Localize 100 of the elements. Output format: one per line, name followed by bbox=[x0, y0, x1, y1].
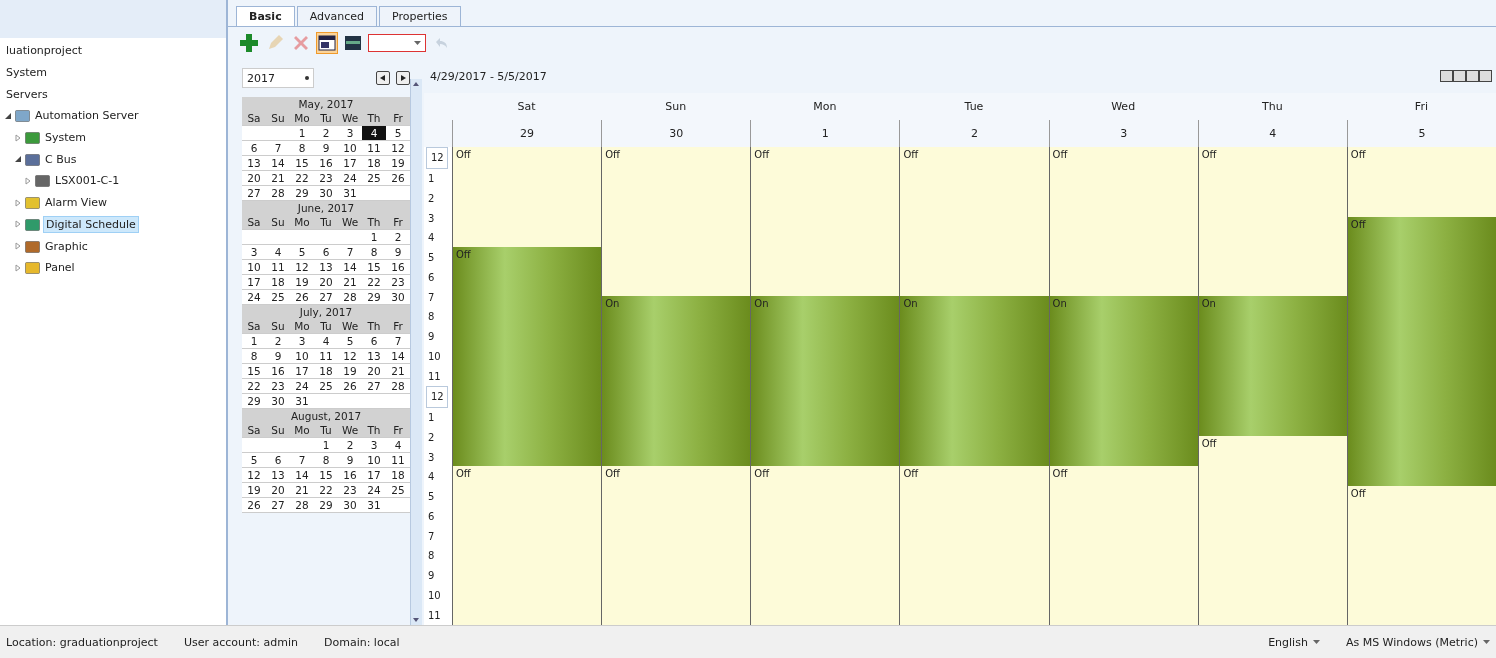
expand-icon[interactable] bbox=[14, 242, 22, 251]
calendar-day[interactable]: 21 bbox=[338, 275, 362, 289]
calendar-day[interactable]: 10 bbox=[242, 260, 266, 274]
expand-icon[interactable] bbox=[14, 220, 22, 229]
on-block[interactable]: On bbox=[602, 296, 751, 466]
calendar-day[interactable]: 19 bbox=[338, 364, 362, 378]
off-block[interactable]: Off bbox=[900, 147, 1049, 297]
tree-item[interactable]: C Bus bbox=[43, 151, 79, 167]
off-block[interactable]: Off bbox=[1347, 485, 1496, 625]
tree-item[interactable]: Servers bbox=[4, 86, 50, 102]
calendar-day[interactable]: 27 bbox=[242, 186, 266, 200]
calendar-day[interactable]: 30 bbox=[314, 186, 338, 200]
calendar-day[interactable]: 13 bbox=[266, 468, 290, 482]
calendar-day[interactable]: 19 bbox=[290, 275, 314, 289]
calendar-day[interactable]: 1 bbox=[362, 230, 386, 244]
calendar-day[interactable]: 7 bbox=[266, 141, 290, 155]
calendar-day[interactable]: 31 bbox=[290, 394, 314, 408]
year-dropdown[interactable]: 2017 bbox=[242, 68, 314, 88]
calendar-day[interactable]: 15 bbox=[362, 260, 386, 274]
calendar-day[interactable]: 1 bbox=[290, 126, 314, 140]
calendar-day[interactable]: 25 bbox=[386, 483, 410, 497]
on-block[interactable]: On bbox=[751, 296, 900, 466]
calendar-day[interactable]: 4 bbox=[314, 334, 338, 348]
calendar-day[interactable]: 11 bbox=[266, 260, 290, 274]
calendar-day[interactable]: 18 bbox=[386, 468, 410, 482]
calendar-day[interactable]: 28 bbox=[266, 186, 290, 200]
calendar-day[interactable]: 3 bbox=[290, 334, 314, 348]
calendar-day[interactable]: 24 bbox=[242, 290, 266, 304]
calendar-day[interactable]: 22 bbox=[290, 171, 314, 185]
calendar-day[interactable]: 21 bbox=[290, 483, 314, 497]
calendar-day[interactable]: 12 bbox=[338, 349, 362, 363]
calendar-day[interactable]: 3 bbox=[362, 438, 386, 452]
calendar-day[interactable]: 8 bbox=[290, 141, 314, 155]
tab[interactable]: Properties bbox=[379, 6, 461, 26]
calendar-day[interactable]: 12 bbox=[386, 141, 410, 155]
calendar-day[interactable]: 9 bbox=[338, 453, 362, 467]
calendar-day[interactable]: 20 bbox=[314, 275, 338, 289]
calendar-day[interactable]: 24 bbox=[338, 171, 362, 185]
calendar-day[interactable]: 12 bbox=[290, 260, 314, 274]
tree-item[interactable]: Alarm View bbox=[43, 195, 109, 211]
tree-item[interactable]: System bbox=[4, 65, 50, 81]
expand-icon[interactable] bbox=[24, 176, 32, 185]
calendar-day[interactable]: 2 bbox=[266, 334, 290, 348]
calendar-day[interactable]: 22 bbox=[362, 275, 386, 289]
calendar-day[interactable]: 27 bbox=[362, 379, 386, 393]
calendar-day[interactable]: 11 bbox=[362, 141, 386, 155]
previous-icon[interactable] bbox=[376, 71, 390, 85]
calendar-day[interactable]: 3 bbox=[242, 245, 266, 259]
calendar-day[interactable]: 27 bbox=[314, 290, 338, 304]
calendar-day[interactable]: 28 bbox=[290, 498, 314, 512]
calendar-day[interactable]: 8 bbox=[362, 245, 386, 259]
calendar-day[interactable]: 13 bbox=[242, 156, 266, 170]
calendar-day[interactable]: 30 bbox=[386, 290, 410, 304]
on-block[interactable]: On bbox=[900, 296, 1049, 466]
calendar-day[interactable]: 25 bbox=[362, 171, 386, 185]
calendar-day[interactable]: 28 bbox=[338, 290, 362, 304]
calendar-day[interactable]: 10 bbox=[362, 453, 386, 467]
calendar-day[interactable]: 16 bbox=[314, 156, 338, 170]
calendar-day[interactable]: 20 bbox=[242, 171, 266, 185]
language-dropdown[interactable]: English bbox=[1268, 635, 1320, 649]
calendar-day[interactable]: 15 bbox=[290, 156, 314, 170]
calendar-day[interactable]: 28 bbox=[386, 379, 410, 393]
calendar-day[interactable]: 7 bbox=[338, 245, 362, 259]
calendar-day[interactable]: 24 bbox=[290, 379, 314, 393]
calendar-day[interactable]: 27 bbox=[266, 498, 290, 512]
calendar-day[interactable]: 9 bbox=[386, 245, 410, 259]
calendar-day[interactable]: 26 bbox=[290, 290, 314, 304]
calendar-day[interactable]: 5 bbox=[242, 453, 266, 467]
calendar-day[interactable]: 17 bbox=[290, 364, 314, 378]
off-block[interactable]: Off bbox=[751, 147, 900, 297]
calendar-day[interactable]: 4 bbox=[266, 245, 290, 259]
tree-item[interactable]: luationproject bbox=[4, 43, 85, 59]
calendar-day[interactable]: 24 bbox=[362, 483, 386, 497]
calendar-day[interactable]: 21 bbox=[386, 364, 410, 378]
off-block[interactable]: Off bbox=[1198, 435, 1347, 625]
on-block[interactable]: On bbox=[1198, 296, 1347, 436]
dropdown-field[interactable] bbox=[368, 34, 426, 52]
calendar-day[interactable]: 4 bbox=[386, 438, 410, 452]
off-block[interactable]: Off bbox=[453, 465, 602, 625]
calendar-day[interactable]: 9 bbox=[266, 349, 290, 363]
off-block[interactable]: Off bbox=[1347, 147, 1496, 217]
calendar-day[interactable]: 14 bbox=[386, 349, 410, 363]
calendar-day[interactable]: 8 bbox=[242, 349, 266, 363]
calendar-day[interactable]: 14 bbox=[338, 260, 362, 274]
off-block[interactable]: Off bbox=[1198, 147, 1347, 297]
off-block[interactable]: Off bbox=[1049, 465, 1198, 625]
expand-icon[interactable] bbox=[14, 133, 22, 142]
calendar-day[interactable]: 6 bbox=[242, 141, 266, 155]
calendar-day[interactable]: 23 bbox=[314, 171, 338, 185]
calendar-day[interactable]: 13 bbox=[362, 349, 386, 363]
calendar-day[interactable]: 16 bbox=[266, 364, 290, 378]
calendar-day[interactable]: 17 bbox=[242, 275, 266, 289]
calendar-view-icon[interactable] bbox=[316, 32, 338, 54]
off-block[interactable]: Off bbox=[453, 147, 602, 247]
calendar-day[interactable]: 31 bbox=[362, 498, 386, 512]
units-dropdown[interactable]: As MS Windows (Metric) bbox=[1345, 635, 1490, 649]
expand-icon[interactable] bbox=[14, 198, 22, 207]
off-block[interactable]: Off bbox=[751, 465, 900, 625]
calendar-day[interactable]: 25 bbox=[314, 379, 338, 393]
calendar-day[interactable]: 15 bbox=[242, 364, 266, 378]
